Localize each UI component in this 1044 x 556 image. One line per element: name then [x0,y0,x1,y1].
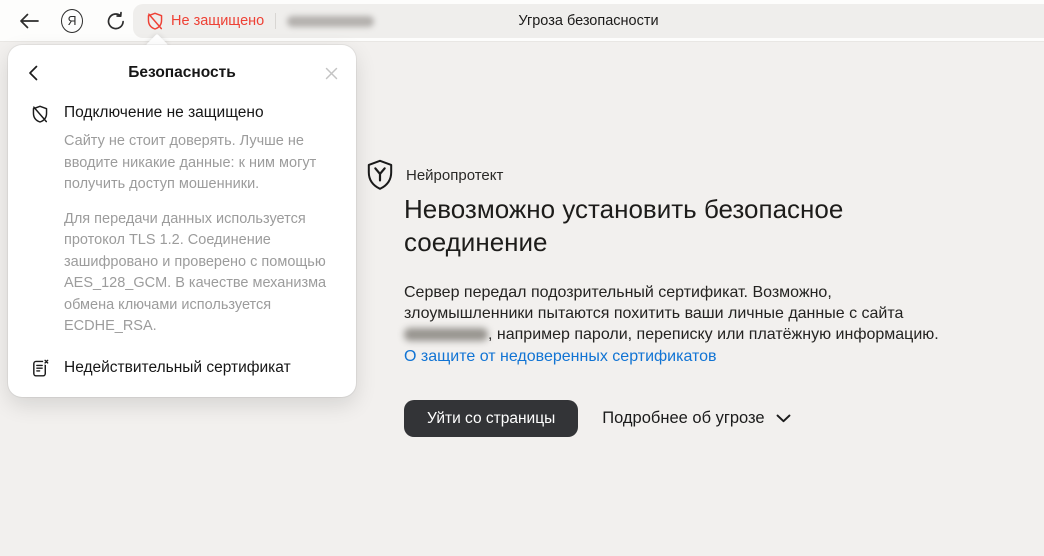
blurred-site-name [404,328,488,341]
tab-page-title: Угроза безопасности [518,13,658,29]
certificate-title: Недействительный сертификат [64,357,291,378]
connection-warning-text: Сайту не стоит доверять. Лучше не вводит… [64,131,342,196]
threat-details-label: Подробнее об угрозе [602,409,764,428]
yandex-logo-letter: Я [67,14,76,28]
popup-title: Безопасность [8,61,356,85]
popup-close-button[interactable] [324,65,340,81]
connection-title: Подключение не защищено [64,102,342,123]
yandex-home-button[interactable]: Я [61,10,83,32]
security-badge-label: Не защищено [171,13,264,29]
insecure-shield-icon [145,11,165,31]
refresh-button[interactable] [104,10,126,32]
certificate-item[interactable]: Недействительный сертификат [8,357,356,379]
connection-details-text: Для передачи данных используется протоко… [64,209,342,338]
invalid-certificate-icon [30,357,50,379]
address-divider [275,13,276,29]
yandex-logo-icon: Я [61,9,83,33]
threat-details-button[interactable]: Подробнее об угрозе [602,409,790,428]
error-description-line3: , например пароли, переписку или платёжн… [488,326,939,343]
crossed-shield-icon [30,103,50,338]
connection-status-body: Подключение не защищено Сайту не стоит д… [64,102,342,338]
chevron-left-icon [28,65,38,81]
brand-label: Нейропротект [406,167,503,184]
chevron-down-icon [776,414,791,423]
error-heading: Невозможно установить безопасное соедине… [404,193,944,259]
security-popup: Безопасность Подключение не защищено Сай… [8,45,356,397]
close-icon [324,66,339,81]
connection-status-item: Подключение не защищено Сайту не стоит д… [8,102,356,338]
error-description: Сервер передал подозрительный сертификат… [404,282,939,367]
blurred-url [287,16,374,27]
cert-protection-link[interactable]: О защите от недоверенных сертификатов [404,346,717,367]
popup-header: Безопасность [8,61,356,85]
error-description-line1: Сервер передал подозрительный сертификат… [404,284,832,301]
popup-back-button[interactable] [28,65,44,81]
back-arrow-icon [17,10,41,32]
refresh-icon [105,11,126,32]
leave-page-button[interactable]: Уйти со страницы [404,400,578,437]
protect-shield-icon [366,159,394,191]
brand-row: Нейропротект [366,159,503,191]
back-button[interactable] [18,10,40,32]
error-description-line2: злоумышленники пытаются похитить ваши ли… [404,305,903,322]
security-badge[interactable]: Не защищено [145,11,264,31]
action-buttons: Уйти со страницы Подробнее об угрозе [404,400,791,437]
address-bar[interactable]: Не защищено Угроза безопасности [133,4,1044,38]
nav-buttons: Я [18,0,126,42]
